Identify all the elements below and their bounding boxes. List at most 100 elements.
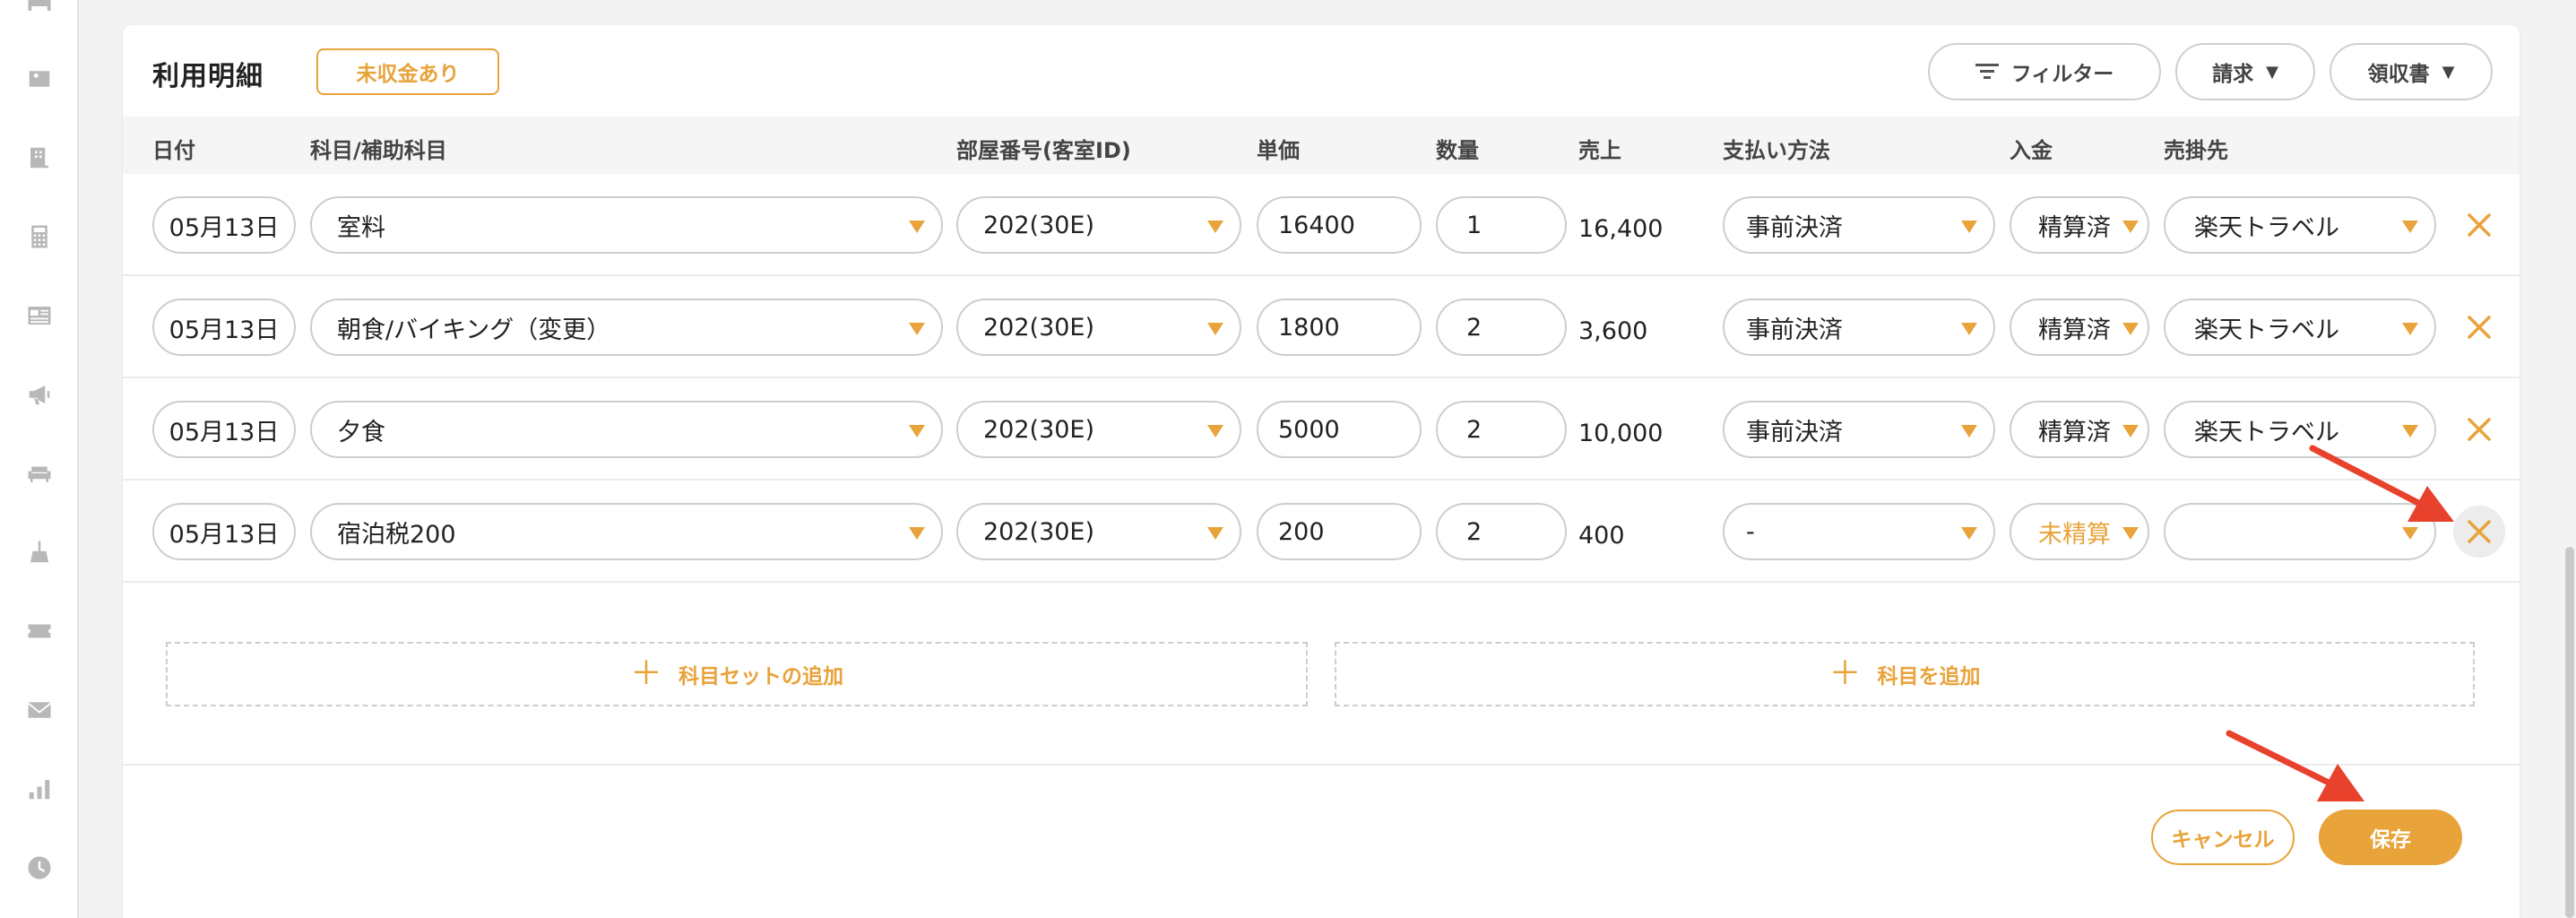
receipt-dropdown-button[interactable]: 領収書 ▼ xyxy=(2330,43,2493,100)
delete-row-button[interactable] xyxy=(2453,301,2505,353)
sidebar xyxy=(0,0,79,918)
quantity-input[interactable]: 2 xyxy=(1436,401,1567,458)
payment-method-select[interactable]: - xyxy=(1723,503,1995,560)
col-deposit: 入金 xyxy=(2010,138,2053,163)
add-item-button[interactable]: ＋ 科目を追加 xyxy=(1335,642,2475,706)
ticket-icon[interactable] xyxy=(25,617,54,645)
filter-label: フィルター xyxy=(2010,63,2114,86)
unit-price-input[interactable]: 5000 xyxy=(1257,401,1422,458)
payment-method-select[interactable]: 事前決済 xyxy=(1723,196,1995,254)
col-sales: 売上 xyxy=(1578,138,1621,163)
scrollbar-thumb[interactable] xyxy=(2565,547,2574,918)
caret-down-icon xyxy=(1207,425,1223,437)
date-field[interactable]: 05月13日 xyxy=(152,196,296,254)
filter-icon xyxy=(1975,64,1999,79)
page-scrollbar[interactable] xyxy=(2563,0,2576,918)
room-select[interactable]: 202(30E) xyxy=(956,299,1241,356)
delete-row-button[interactable] xyxy=(2453,403,2505,455)
unit-price-input[interactable]: 200 xyxy=(1257,503,1422,560)
unpaid-badge: 未収金あり xyxy=(316,48,499,95)
megaphone-icon[interactable] xyxy=(25,380,54,409)
clock-icon[interactable] xyxy=(25,853,54,882)
contact-card-icon[interactable] xyxy=(25,65,54,93)
room-select[interactable]: 202(30E) xyxy=(956,196,1241,254)
cancel-button[interactable]: キャンセル xyxy=(2151,810,2295,865)
col-payment-method: 支払い方法 xyxy=(1723,138,1830,163)
table-header: 日付 科目/補助科目 部屋番号(客室ID) 単価 数量 売上 支払い方法 入金 … xyxy=(123,117,2520,174)
date-field[interactable]: 05月13日 xyxy=(152,503,296,560)
caret-down-icon xyxy=(1207,323,1223,335)
news-icon[interactable] xyxy=(25,301,54,330)
caret-down-icon xyxy=(2402,425,2418,437)
cleaning-broom-icon[interactable] xyxy=(25,538,54,567)
payment-method-select[interactable]: 事前決済 xyxy=(1723,401,1995,458)
account-select[interactable] xyxy=(2164,503,2436,560)
bed-icon[interactable] xyxy=(25,0,54,16)
payment-method-select[interactable]: 事前決済 xyxy=(1723,299,1995,356)
caret-down-icon xyxy=(909,323,925,335)
quantity-input[interactable]: 2 xyxy=(1436,299,1567,356)
deposit-select[interactable]: 精算済 xyxy=(2010,196,2149,254)
panel-header: 利用明細 未収金あり フィルター 請求 ▼ 領収書 ▼ xyxy=(123,25,2520,117)
caret-down-icon xyxy=(1961,323,1977,335)
chevron-down-icon: ▼ xyxy=(2266,62,2278,82)
account-value: 楽天トラベル xyxy=(2194,316,2339,344)
room-value: 202(30E) xyxy=(983,313,1095,342)
unit-price-input[interactable]: 1800 xyxy=(1257,299,1422,356)
account-select[interactable]: 楽天トラベル xyxy=(2164,401,2436,458)
chevron-down-icon: ▼ xyxy=(2442,62,2455,82)
date-field[interactable]: 05月13日 xyxy=(152,401,296,458)
close-icon xyxy=(2468,316,2491,339)
building-icon[interactable] xyxy=(25,143,54,172)
date-field[interactable]: 05月13日 xyxy=(152,299,296,356)
quantity-input[interactable]: 2 xyxy=(1436,503,1567,560)
item-value: 宿泊税200 xyxy=(337,520,456,549)
usage-details-panel: 利用明細 未収金あり フィルター 請求 ▼ 領収書 ▼ 日付 科目/補助科目 部… xyxy=(123,25,2520,918)
caret-down-icon xyxy=(2402,323,2418,335)
caret-down-icon xyxy=(1961,221,1977,233)
table-row: 05月13日 夕食 202(30E) 5000 2 10,000 事前決済 精算… xyxy=(123,378,2520,481)
item-value: 朝食/バイキング（変更） xyxy=(337,316,611,344)
add-item-set-label: 科目セットの追加 xyxy=(679,665,843,688)
deposit-select[interactable]: 精算済 xyxy=(2010,299,2149,356)
filter-button[interactable]: フィルター xyxy=(1928,43,2161,100)
sofa-icon[interactable] xyxy=(25,459,54,488)
footer-divider xyxy=(123,764,2520,766)
mail-icon[interactable] xyxy=(25,696,54,724)
close-icon xyxy=(2468,213,2491,237)
account-select[interactable]: 楽天トラベル xyxy=(2164,299,2436,356)
caret-down-icon xyxy=(1207,527,1223,540)
deposit-value: 精算済 xyxy=(2038,316,2111,344)
quantity-input[interactable]: 1 xyxy=(1436,196,1567,254)
item-select[interactable]: 朝食/バイキング（変更） xyxy=(310,299,943,356)
item-select[interactable]: 宿泊税200 xyxy=(310,503,943,560)
sales-value: 3,600 xyxy=(1578,317,1648,345)
account-select[interactable]: 楽天トラベル xyxy=(2164,196,2436,254)
add-item-set-button[interactable]: ＋ 科目セットの追加 xyxy=(166,642,1308,706)
caret-down-icon xyxy=(909,425,925,437)
invoice-label: 請求 xyxy=(2212,63,2254,86)
deposit-select[interactable]: 未精算 xyxy=(2010,503,2149,560)
col-quantity: 数量 xyxy=(1436,138,1479,163)
delete-row-button[interactable] xyxy=(2453,199,2505,251)
calculator-icon[interactable] xyxy=(25,222,54,251)
account-value: 楽天トラベル xyxy=(2194,213,2339,242)
item-select[interactable]: 夕食 xyxy=(310,401,943,458)
save-button[interactable]: 保存 xyxy=(2319,810,2462,865)
room-select[interactable]: 202(30E) xyxy=(956,503,1241,560)
caret-down-icon xyxy=(2122,527,2139,540)
unit-price-input[interactable]: 16400 xyxy=(1257,196,1422,254)
payment-method-value: 事前決済 xyxy=(1746,418,1843,446)
item-select[interactable]: 室料 xyxy=(310,196,943,254)
room-select[interactable]: 202(30E) xyxy=(956,401,1241,458)
table-row: 05月13日 朝食/バイキング（変更） 202(30E) 1800 2 3,60… xyxy=(123,276,2520,378)
deposit-select[interactable]: 精算済 xyxy=(2010,401,2149,458)
delete-row-button[interactable] xyxy=(2453,506,2505,558)
invoice-dropdown-button[interactable]: 請求 ▼ xyxy=(2175,43,2315,100)
caret-down-icon xyxy=(2402,221,2418,233)
caret-down-icon xyxy=(909,221,925,233)
plus-icon: ＋ xyxy=(629,655,662,692)
sales-value: 400 xyxy=(1578,522,1625,550)
bar-chart-icon[interactable] xyxy=(25,775,54,803)
item-value: 室料 xyxy=(337,213,385,242)
